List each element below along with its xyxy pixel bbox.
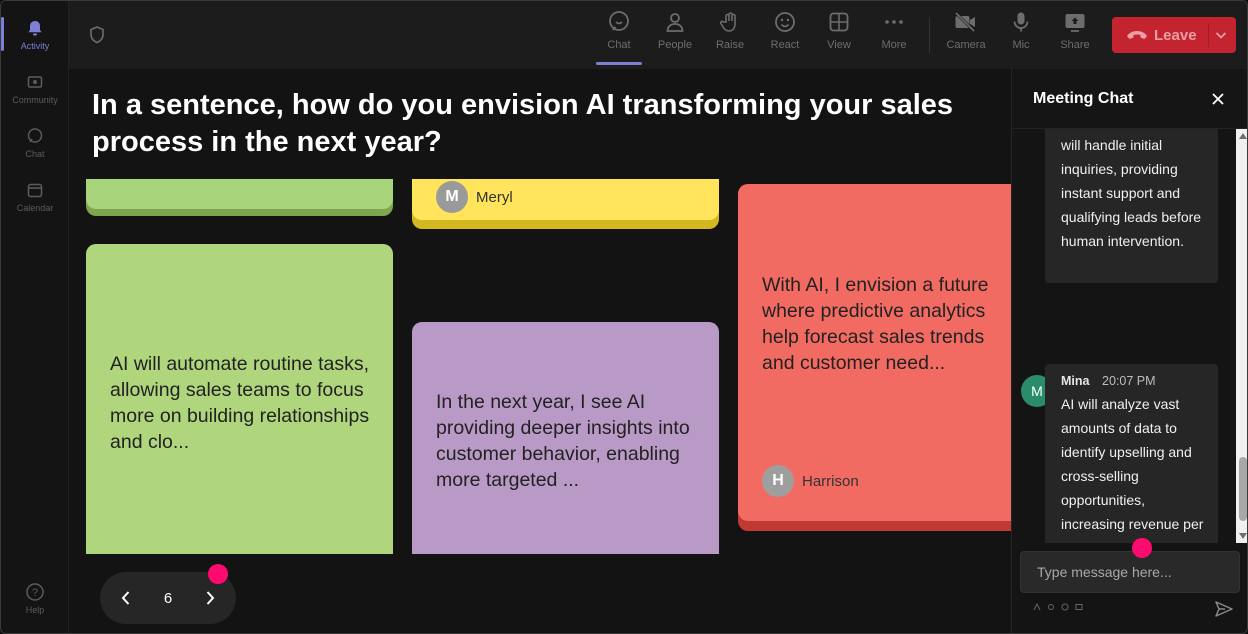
rail-item-label: Activity [20, 40, 50, 51]
people-icon [662, 9, 688, 35]
author-avatar: M [436, 181, 468, 213]
rail-item-help[interactable]: ? Help [1, 571, 69, 625]
phone-hangup-icon [1126, 28, 1148, 42]
rail-item-label: Community [12, 94, 58, 105]
message-author: Mina [1061, 374, 1090, 388]
community-icon [25, 72, 45, 92]
message-text: AI will analyze vast amounts of data to … [1061, 396, 1204, 543]
card-grid: M Meryl With AI, I envision a future whe… [69, 179, 1011, 554]
meeting-toolbar: Chat People Raise React View More Camera… [69, 1, 1247, 69]
toolbar-button-label: View [827, 39, 851, 51]
mic-icon [1008, 9, 1034, 35]
toolbar-button-label: People [657, 39, 693, 51]
toolbar-view-button[interactable]: View [814, 9, 864, 63]
toolbar-button-label: Camera [946, 39, 986, 51]
chat-scrollbar[interactable] [1236, 129, 1247, 543]
cursor-marker [1132, 538, 1152, 558]
toolbar-raise-button[interactable]: Raise [705, 9, 755, 63]
cursor-marker [208, 564, 228, 584]
toolbar-react-button[interactable]: React [760, 9, 810, 63]
card-text: In the next year, I see AI providing dee… [436, 391, 690, 491]
response-card[interactable] [86, 179, 393, 216]
rail-item-community[interactable]: Community [1, 61, 69, 115]
message-compose-box[interactable] [1020, 551, 1240, 593]
compose-format-tools [1032, 602, 1084, 612]
toolbar-button-label: Share [1060, 39, 1090, 51]
toolbar-button-label: Chat [607, 39, 631, 51]
rail-item-label: Chat [25, 148, 45, 159]
leave-button[interactable]: Leave [1112, 17, 1236, 53]
chat-icon [25, 126, 45, 146]
author-name: Meryl [476, 189, 513, 206]
meeting-chat-panel: Meeting Chat will handle initial inquiri… [1011, 69, 1247, 633]
help-icon: ? [25, 582, 45, 602]
previous-page-button[interactable] [100, 572, 152, 624]
author-name: Harrison [802, 473, 859, 490]
author-avatar: H [762, 465, 794, 497]
attach-icon[interactable] [1046, 602, 1056, 612]
toolbar-share-button[interactable]: Share [1050, 9, 1100, 63]
gif-icon[interactable] [1074, 602, 1084, 612]
chat-message: Mina 20:07 PM AI will analyze vast amoun… [1045, 364, 1218, 543]
rail-item-chat[interactable]: Chat [1, 115, 69, 169]
chevron-right-icon [206, 591, 215, 605]
toolbar-button-label: More [881, 39, 907, 51]
toolbar-chat-button[interactable]: Chat [594, 9, 644, 65]
shield-icon[interactable] [87, 25, 107, 45]
view-icon [826, 9, 852, 35]
send-icon[interactable] [1214, 599, 1234, 619]
rail-item-label: Help [25, 604, 45, 615]
message-text: will handle initial inquiries, providing… [1061, 137, 1202, 249]
share-icon [1062, 9, 1088, 35]
toolbar-camera-button[interactable]: Camera [941, 9, 991, 63]
toolbar-button-label: React [770, 39, 800, 51]
chat-title: Meeting Chat [1033, 90, 1134, 107]
message-time: 20:07 PM [1102, 374, 1156, 388]
close-icon[interactable] [1208, 89, 1228, 109]
response-card[interactable]: With AI, I envision a future where predi… [738, 184, 1011, 531]
response-card[interactable]: AI will automate routine tasks, allowing… [86, 244, 393, 554]
response-card[interactable]: In the next year, I see AI providing dee… [412, 322, 719, 554]
calendar-icon [25, 180, 45, 200]
board-question: In a sentence, how do you envision AI tr… [92, 89, 954, 158]
card-text: With AI, I envision a future where predi… [762, 274, 989, 374]
response-card[interactable]: M Meryl [412, 179, 719, 229]
card-text: AI will automate routine tasks, allowing… [110, 353, 370, 453]
rail-item-activity[interactable]: Activity [1, 7, 69, 61]
bell-icon [25, 18, 45, 38]
toolbar-button-label: Mic [1012, 39, 1030, 51]
more-icon [881, 9, 907, 35]
toolbar-button-label: Raise [715, 39, 745, 51]
chevron-left-icon [121, 591, 130, 605]
format-icon[interactable] [1032, 602, 1042, 612]
scroll-up-icon[interactable] [1239, 133, 1247, 139]
camera-off-icon [953, 9, 979, 35]
scroll-down-icon[interactable] [1239, 533, 1247, 539]
leave-label: Leave [1154, 26, 1197, 44]
left-rail: Activity Community Chat Calendar ? Help [1, 1, 69, 633]
chat-header: Meeting Chat [1012, 69, 1247, 129]
rail-item-label: Calendar [16, 202, 54, 213]
toolbar-mic-button[interactable]: Mic [996, 9, 1046, 63]
react-icon [772, 9, 798, 35]
chevron-down-icon[interactable] [1214, 28, 1228, 42]
svg-text:?: ? [32, 587, 38, 599]
rail-item-calendar[interactable]: Calendar [1, 169, 69, 223]
toolbar-divider [929, 17, 930, 53]
chat-message: will handle initial inquiries, providing… [1045, 129, 1218, 283]
toolbar-people-button[interactable]: People [650, 9, 700, 63]
scrollbar-thumb[interactable] [1239, 457, 1247, 521]
meeting-window: Activity Community Chat Calendar ? Help [0, 0, 1248, 634]
emoji-icon[interactable] [1060, 602, 1070, 612]
page-number: 6 [163, 589, 173, 607]
message-input[interactable] [1021, 552, 1239, 592]
leave-divider [1208, 23, 1209, 47]
raise-hand-icon [717, 9, 743, 35]
toolbar-more-button[interactable]: More [869, 9, 919, 63]
shared-board: In a sentence, how do you envision AI tr… [69, 69, 1011, 633]
chat-icon [606, 9, 632, 35]
chat-message-list: will handle initial inquiries, providing… [1012, 129, 1236, 543]
